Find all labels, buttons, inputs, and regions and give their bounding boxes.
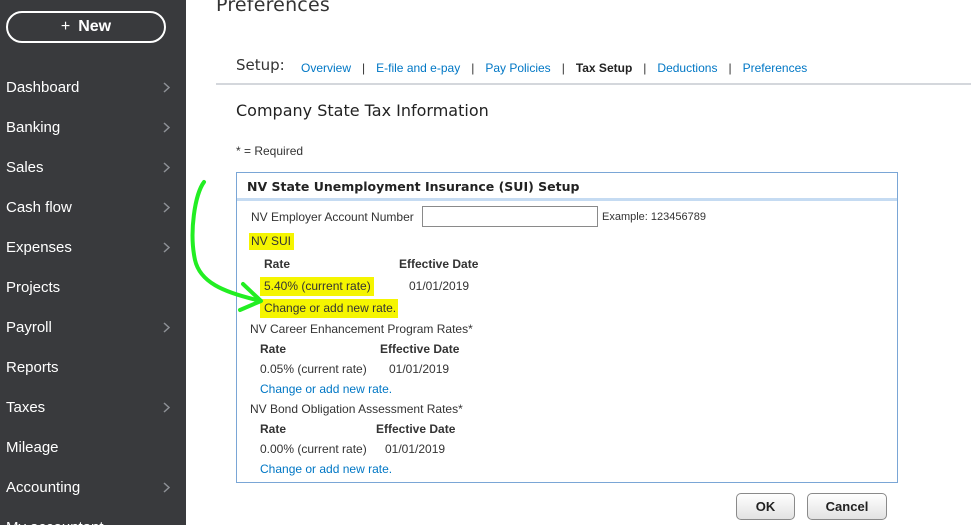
employer-account-input[interactable]: [422, 206, 598, 227]
setup-link-separator: |: [362, 61, 366, 75]
sidebar-item-expenses[interactable]: Expenses: [0, 227, 186, 267]
sidebar-item-taxes[interactable]: Taxes: [0, 387, 186, 427]
setup-link-e-file-and-e-pay[interactable]: E-file and e-pay: [376, 61, 460, 75]
chevron-right-icon: [163, 121, 170, 133]
section-title: Company State Tax Information: [236, 101, 489, 120]
setup-link-separator: |: [561, 61, 565, 75]
sidebar-item-dashboard[interactable]: Dashboard: [0, 67, 186, 107]
sidebar-item-label: Sales: [6, 158, 44, 176]
chevron-right-icon: [163, 81, 170, 93]
sidebar-item-label: Expenses: [6, 238, 72, 256]
sidebar-item-label: Projects: [6, 278, 61, 296]
nv-sui-effective-date: 01/01/2019: [409, 279, 470, 293]
bond-obligation-effective-date: 01/01/2019: [385, 442, 446, 456]
page-title: Preferences: [216, 0, 330, 16]
career-enhancement-title: NV Career Enhancement Program Rates*: [250, 322, 473, 336]
sidebar-item-label: My accountant: [6, 519, 104, 525]
setup-nav-bar: Setup: Overview | E-file and e-pay | Pay Pol…: [216, 55, 971, 85]
career-enhancement-rate-header: Rate: [260, 342, 287, 356]
sidebar: + New Dashboard Banking Sales Cash flow Expe…: [0, 0, 186, 525]
career-enhancement-date-header: Effective Date: [380, 342, 460, 356]
sidebar-item-banking[interactable]: Banking: [0, 107, 186, 147]
bond-obligation-rate-value: 0.00% (current rate): [260, 442, 367, 456]
chevron-right-icon: [163, 161, 170, 173]
setup-link-separator: |: [471, 61, 475, 75]
bond-obligation-title: NV Bond Obligation Assessment Rates*: [250, 402, 463, 416]
setup-link-preferences[interactable]: Preferences: [743, 61, 808, 75]
chevron-right-icon: [163, 481, 170, 493]
bond-obligation-rate-header: Rate: [260, 422, 287, 436]
annotation-arrow-icon: [190, 180, 263, 312]
sidebar-item-accounting[interactable]: Accounting: [0, 467, 186, 507]
sidebar-item-payroll[interactable]: Payroll: [0, 307, 186, 347]
required-note: * = Required: [236, 144, 304, 158]
nv-sui-rate-value: 5.40% (current rate): [260, 277, 374, 296]
sui-box-title: NV State Unemployment Insurance (SUI) Se…: [247, 179, 580, 194]
sidebar-item-label: Mileage: [6, 438, 59, 456]
sidebar-item-reports[interactable]: Reports: [0, 347, 186, 387]
bond-obligation-change-rate-link[interactable]: Change or add new rate.: [260, 462, 392, 476]
setup-link-separator: |: [643, 61, 647, 75]
career-enhancement-rate-value: 0.05% (current rate): [260, 362, 367, 376]
sidebar-item-label: Taxes: [6, 398, 46, 416]
sidebar-item-label: Dashboard: [6, 78, 80, 96]
sidebar-item-projects[interactable]: Projects: [0, 267, 186, 307]
new-button-label: New: [78, 18, 112, 35]
bond-obligation-date-header: Effective Date: [376, 422, 456, 436]
setup-link-tax-setup[interactable]: Tax Setup: [576, 61, 632, 75]
sidebar-item-mileage[interactable]: Mileage: [0, 427, 186, 467]
chevron-right-icon: [163, 201, 170, 213]
nv-sui-change-rate-link[interactable]: Change or add new rate.: [260, 299, 399, 318]
sidebar-item-my-accountant[interactable]: My accountant: [0, 507, 186, 525]
nv-sui-date-header: Effective Date: [399, 257, 479, 271]
sidebar-item-label: Accounting: [6, 478, 81, 496]
sidebar-item-label: Cash flow: [6, 198, 72, 216]
cancel-button[interactable]: Cancel: [807, 493, 887, 520]
employer-account-example: Example: 123456789: [602, 211, 706, 223]
setup-label: Setup:: [236, 56, 285, 74]
chevron-right-icon: [163, 401, 170, 413]
sui-box-header: NV State Unemployment Insurance (SUI) Se…: [237, 173, 897, 201]
sidebar-item-label: Payroll: [6, 318, 52, 336]
career-enhancement-effective-date: 01/01/2019: [389, 362, 450, 376]
chevron-right-icon: [163, 241, 170, 253]
sidebar-item-cash-flow[interactable]: Cash flow: [0, 187, 186, 227]
setup-link-pay-policies[interactable]: Pay Policies: [485, 61, 550, 75]
sidebar-item-sales[interactable]: Sales: [0, 147, 186, 187]
employer-account-label: NV Employer Account Number: [251, 210, 414, 224]
setup-link-deductions[interactable]: Deductions: [657, 61, 717, 75]
ok-button[interactable]: OK: [736, 493, 795, 520]
plus-icon: +: [60, 18, 71, 35]
setup-link-overview[interactable]: Overview: [301, 61, 351, 75]
sidebar-item-label: Reports: [6, 358, 59, 376]
setup-links: Overview | E-file and e-pay | Pay Policies | T…: [301, 61, 807, 75]
new-button[interactable]: + New: [6, 11, 166, 43]
sidebar-item-label: Banking: [6, 118, 61, 136]
chevron-right-icon: [163, 321, 170, 333]
career-enhancement-change-rate-link[interactable]: Change or add new rate.: [260, 382, 392, 396]
setup-link-separator: |: [728, 61, 732, 75]
